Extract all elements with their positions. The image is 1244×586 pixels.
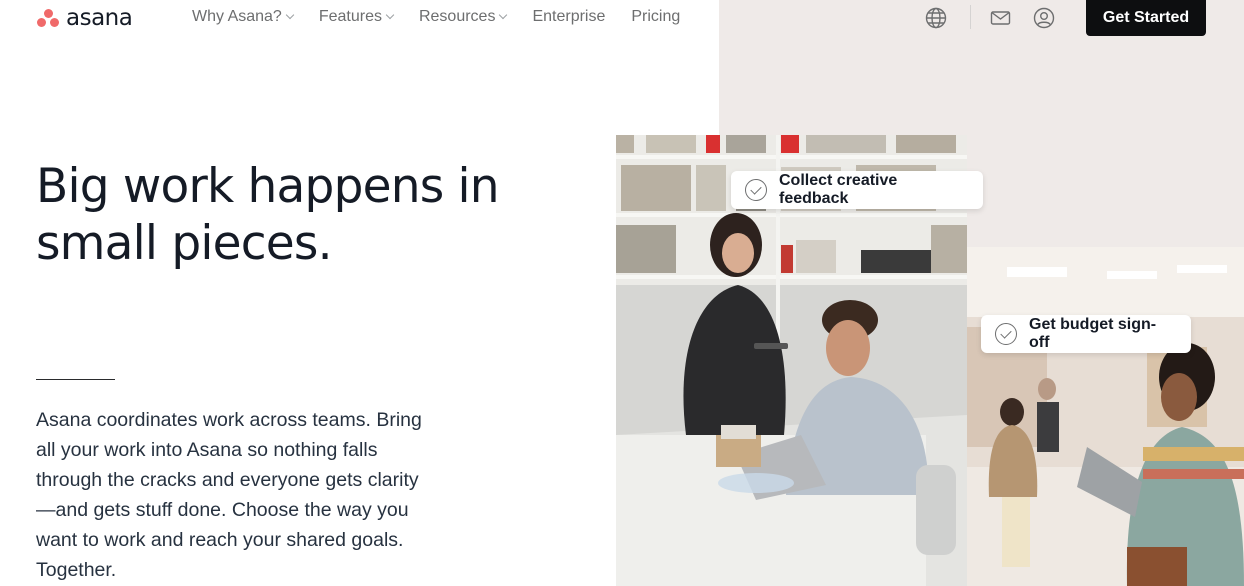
- hero-photo-studio: [967, 247, 1244, 586]
- account-icon[interactable]: [1033, 7, 1055, 29]
- hero-divider: [36, 379, 115, 380]
- nav-item-why-asana[interactable]: Why Asana?: [192, 7, 295, 27]
- task-tag-budget-signoff: Get budget sign-off: [981, 315, 1191, 353]
- asana-logo[interactable]: asana: [36, 4, 133, 31]
- get-started-button[interactable]: Get Started: [1086, 0, 1206, 36]
- check-circle-icon: [995, 323, 1017, 345]
- task-tag-collect-feedback: Collect creative feedback: [731, 171, 983, 209]
- nav-divider: [970, 5, 971, 29]
- chevron-down-icon: [285, 10, 295, 20]
- top-navigation: asana Why Asana? Features Resources Ente…: [0, 0, 1244, 40]
- nav-item-features[interactable]: Features: [319, 7, 395, 27]
- mail-icon[interactable]: [990, 9, 1012, 31]
- chevron-down-icon: [499, 10, 508, 20]
- check-circle-icon: [745, 179, 767, 201]
- nav-links: Why Asana? Features Resources Enterprise…: [192, 7, 706, 27]
- globe-icon[interactable]: [925, 7, 947, 29]
- asana-logo-icon: [36, 8, 60, 28]
- nav-item-enterprise[interactable]: Enterprise: [532, 7, 605, 27]
- nav-item-resources[interactable]: Resources: [419, 7, 508, 27]
- hero-body-text: Asana coordinates work across teams. Bri…: [36, 409, 422, 581]
- chevron-down-icon: [385, 10, 395, 20]
- nav-item-pricing[interactable]: Pricing: [631, 7, 680, 27]
- hero-headline: Big work happens in small pieces.: [36, 159, 500, 271]
- logo-wordmark: asana: [66, 4, 133, 31]
